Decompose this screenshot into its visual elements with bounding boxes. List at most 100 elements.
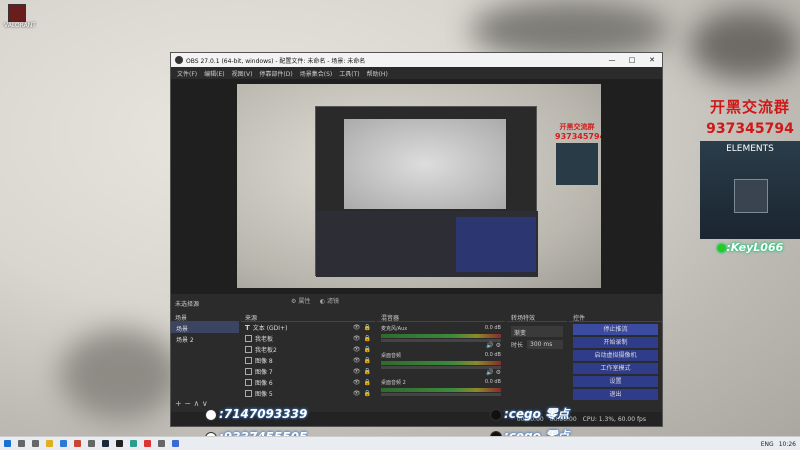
image-icon <box>245 368 252 375</box>
speaker-icon[interactable]: 🔊 <box>486 369 493 376</box>
app-icon[interactable] <box>130 440 137 447</box>
scene-item[interactable]: 场景 2 <box>171 333 239 344</box>
mixer-channel: 桌面音频 2 0.0 dB <box>381 379 501 396</box>
source-item[interactable]: 我老板 👁 🔒 <box>241 333 375 344</box>
file-explorer-icon[interactable] <box>46 440 53 447</box>
lock-icon[interactable]: 🔒 <box>364 379 371 386</box>
wechat-icon: ● <box>716 241 727 254</box>
lock-icon[interactable]: 🔒 <box>364 346 371 353</box>
filter-icon[interactable]: ◐ <box>320 298 325 305</box>
lock-icon[interactable]: 🔒 <box>364 368 371 375</box>
valorant-icon <box>8 4 26 22</box>
menu-tools[interactable]: 工具(T) <box>339 69 359 78</box>
background-ink <box>470 0 670 60</box>
task-view-icon[interactable] <box>32 440 39 447</box>
obs-window: OBS 27.0.1 (64-bit, windows) - 配置文件: 未命名… <box>170 52 663 427</box>
qq-icon <box>205 408 217 421</box>
volume-slider[interactable] <box>381 393 501 396</box>
visibility-eye-icon[interactable]: 👁 <box>353 335 361 342</box>
settings-button[interactable]: 设置 <box>573 376 658 387</box>
desktop-icon-valorant[interactable]: VALORANT <box>4 4 36 29</box>
clock[interactable]: 10:26 <box>779 441 796 448</box>
cube-image <box>734 179 768 213</box>
promo-card: ELEMENTS <box>700 141 800 239</box>
source-item[interactable]: 图像 6 👁 🔒 <box>241 377 375 388</box>
gear-icon[interactable]: ⚙ <box>496 342 501 349</box>
visibility-eye-icon[interactable]: 👁 <box>353 346 361 353</box>
volume-meter <box>381 334 501 338</box>
app-icon[interactable] <box>158 440 165 447</box>
scene-up-button[interactable]: ∧ <box>194 399 200 408</box>
scenes-dock-title: 场景 <box>171 310 239 322</box>
maximize-button[interactable]: □ <box>622 56 642 64</box>
promo-headline: 开黑交流群 <box>709 98 790 116</box>
close-button[interactable]: ✕ <box>642 56 662 64</box>
obs-taskbar-icon[interactable] <box>116 440 123 447</box>
scene-item[interactable]: 场景 <box>171 322 239 333</box>
app-icon[interactable] <box>144 440 151 447</box>
menu-bar: 文件(F) 编辑(E) 视图(V) 停靠部件(D) 场景集合(S) 工具(T) … <box>171 67 662 79</box>
menu-view[interactable]: 视图(V) <box>232 69 253 78</box>
transitions-dock-title: 转场特效 <box>507 310 567 322</box>
exit-button[interactable]: 退出 <box>573 389 658 400</box>
source-item[interactable]: T 文本 (GDI+) 👁 🔒 <box>241 322 375 333</box>
speaker-icon[interactable]: 🔊 <box>486 342 493 349</box>
add-scene-button[interactable]: + <box>175 399 182 408</box>
visibility-eye-icon[interactable]: 👁 <box>353 379 361 386</box>
gear-icon[interactable]: ⚙ <box>496 369 501 376</box>
filters-button[interactable]: 滤镜 <box>327 298 339 305</box>
app-icon[interactable] <box>172 440 179 447</box>
app-icon[interactable] <box>74 440 81 447</box>
gear-icon[interactable]: ⚙ <box>291 298 296 305</box>
mixer-channel: 麦克风/Aux 0.0 dB 🔊 ⚙ <box>381 325 501 349</box>
browser-icon[interactable] <box>60 440 67 447</box>
image-icon <box>245 335 252 342</box>
menu-scene-collection[interactable]: 场景集合(S) <box>300 69 333 78</box>
nested-preview-controls <box>456 217 536 272</box>
tiktok-overlay-1: :cego 零点 <box>490 405 569 422</box>
menu-file[interactable]: 文件(F) <box>177 69 197 78</box>
transitions-dock: 转场特效 渐变 时长 300 ms <box>507 310 567 410</box>
menu-help[interactable]: 帮助(H) <box>367 69 388 78</box>
search-icon[interactable] <box>18 440 25 447</box>
sources-dock: 来源 T 文本 (GDI+) 👁 🔒 我老板 👁 🔒 我老板2 👁 🔒 图像 8… <box>241 310 375 410</box>
visibility-eye-icon[interactable]: 👁 <box>353 324 361 331</box>
remove-scene-button[interactable]: − <box>184 399 191 408</box>
image-icon <box>245 379 252 386</box>
app-icon[interactable] <box>88 440 95 447</box>
language-indicator[interactable]: ENG <box>761 441 774 448</box>
start-recording-button[interactable]: 开始录制 <box>573 337 658 348</box>
visibility-eye-icon[interactable]: 👁 <box>353 357 361 364</box>
properties-button[interactable]: 属性 <box>298 298 310 305</box>
lock-icon[interactable]: 🔒 <box>364 357 371 364</box>
steam-icon[interactable] <box>102 440 109 447</box>
tiktok-icon <box>490 408 502 421</box>
obs-titlebar: OBS 27.0.1 (64-bit, windows) - 配置文件: 未命名… <box>171 53 662 67</box>
transition-select[interactable]: 渐变 <box>511 326 563 337</box>
text-icon: T <box>245 323 250 332</box>
source-item[interactable]: 我老板2 👁 🔒 <box>241 344 375 355</box>
nested-promo-image <box>556 143 598 185</box>
windows-start-icon[interactable] <box>4 440 11 447</box>
lock-icon[interactable]: 🔒 <box>364 335 371 342</box>
stop-streaming-button[interactable]: 停止推流 <box>573 324 658 335</box>
image-icon <box>245 346 252 353</box>
lock-icon[interactable]: 🔒 <box>364 390 371 397</box>
virtual-camera-button[interactable]: 启动虚拟摄像机 <box>573 350 658 361</box>
preview-area[interactable]: 开黑交流群 937345794 <box>171 79 662 294</box>
duration-input[interactable]: 300 ms <box>527 340 563 349</box>
menu-edit[interactable]: 编辑(E) <box>204 69 224 78</box>
controls-dock: 控件 停止推流 开始录制 启动虚拟摄像机 工作室模式 设置 退出 <box>569 310 662 410</box>
studio-mode-button[interactable]: 工作室模式 <box>573 363 658 374</box>
window-title: OBS 27.0.1 (64-bit, windows) - 配置文件: 未命名… <box>186 57 366 65</box>
visibility-eye-icon[interactable]: 👁 <box>353 368 361 375</box>
lock-icon[interactable]: 🔒 <box>364 324 371 331</box>
source-item[interactable]: 图像 5 👁 🔒 <box>241 388 375 399</box>
preview-canvas[interactable]: 开黑交流群 937345794 <box>237 84 601 288</box>
visibility-eye-icon[interactable]: 👁 <box>353 390 361 397</box>
source-item[interactable]: 图像 8 👁 🔒 <box>241 355 375 366</box>
source-item[interactable]: 图像 7 👁 🔒 <box>241 366 375 377</box>
volume-meter <box>381 361 501 365</box>
minimize-button[interactable]: — <box>602 56 622 64</box>
menu-docks[interactable]: 停靠部件(D) <box>259 69 292 78</box>
